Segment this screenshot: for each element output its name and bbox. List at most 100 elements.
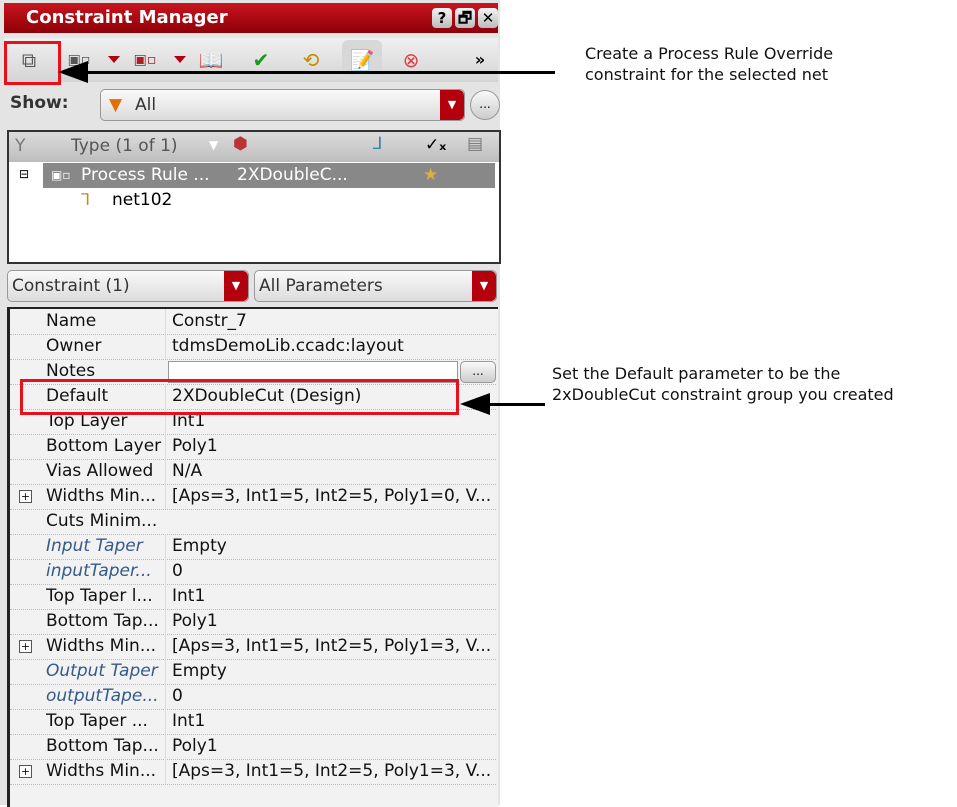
annotation-set-default: Set the Default parameter to be the 2xDo… xyxy=(552,363,894,405)
param-row[interactable]: Input Taper Empty xyxy=(10,534,496,560)
param-value[interactable]: [Aps=3, Int1=5, Int2=5, Poly1=0, V... xyxy=(165,484,496,509)
annotation-arrow xyxy=(488,403,545,406)
show-label: Show: xyxy=(10,93,69,113)
chevron-down-icon[interactable]: ▼ xyxy=(224,271,248,301)
close-button[interactable]: ✕ xyxy=(478,8,498,28)
param-row[interactable]: Bottom Tap... Poly1 xyxy=(10,734,496,760)
parameters-select-value: All Parameters xyxy=(259,276,383,296)
chevron-down-icon[interactable]: ▼ xyxy=(472,271,496,301)
param-name: Vias Allowed xyxy=(46,461,154,481)
param-name: Name xyxy=(46,311,97,331)
annotation-line: Set the Default parameter to be the xyxy=(552,364,841,383)
param-row[interactable]: + Widths Min... [Aps=3, Int1=5, Int2=5, Po… xyxy=(10,484,496,510)
param-row[interactable]: outputTape... 0 xyxy=(10,684,496,710)
param-row[interactable]: + Widths Min... [Aps=3, Int1=5, Int2=5, Po… xyxy=(10,634,496,660)
tree-row-net[interactable]: net102 xyxy=(112,190,172,210)
collapse-icon[interactable]: ⊟ xyxy=(19,167,29,181)
param-name: Bottom Tap... xyxy=(46,736,159,756)
param-name: outputTape... xyxy=(46,686,159,706)
param-value[interactable]: Int1 xyxy=(165,709,496,734)
param-value[interactable]: [Aps=3, Int1=5, Int2=5, Poly1=3, V... xyxy=(165,759,496,784)
constraint-group-alt-icon[interactable]: ▣▫ xyxy=(130,46,160,74)
help-button[interactable]: ? xyxy=(432,8,452,28)
param-name: Widths Min... xyxy=(46,636,157,656)
param-value[interactable]: Poly1 xyxy=(165,434,496,459)
param-value[interactable]: tdmsDemoLib.ccadc:layout xyxy=(165,334,496,359)
param-name: Top Taper ... xyxy=(46,711,148,731)
param-name: Output Taper xyxy=(46,661,158,681)
group-icon: ⬢ xyxy=(233,134,248,154)
param-value[interactable]: N/A xyxy=(165,459,496,484)
constraint-group-icon: ▣▫ xyxy=(51,168,71,182)
param-row[interactable]: Output Taper Empty xyxy=(10,659,496,685)
expand-icon[interactable]: + xyxy=(19,490,32,503)
param-value[interactable]: Poly1 xyxy=(165,609,496,634)
refresh-icon[interactable]: ⟲ xyxy=(296,46,326,74)
toolbar-overflow-button[interactable]: » xyxy=(470,46,490,74)
param-value[interactable]: [Aps=3, Int1=5, Int2=5, Poly1=3, V... xyxy=(165,634,496,659)
check-x-icon: ✓ₓ xyxy=(425,135,447,155)
notes-edit-button[interactable]: ... xyxy=(460,361,496,383)
param-name: Widths Min... xyxy=(46,761,157,781)
tree-row-process-rule[interactable]: ▣▫ Process Rule ... 2XDoubleC... ★ xyxy=(43,163,495,188)
annotation-line: Create a Process Rule Override xyxy=(585,44,834,63)
expand-icon[interactable]: + xyxy=(19,765,32,778)
annotation-create-override: Create a Process Rule Override constrain… xyxy=(585,43,833,85)
tree-row-type: Process Rule ... xyxy=(81,165,210,185)
param-row[interactable]: inputTaper... 0 xyxy=(10,559,496,585)
param-name: Widths Min... xyxy=(46,486,157,506)
param-row[interactable]: Top Taper ... Int1 xyxy=(10,709,496,735)
expand-icon[interactable]: + xyxy=(19,640,32,653)
param-row[interactable]: + Widths Min... [Aps=3, Int1=5, Int2=5, Po… xyxy=(10,759,496,785)
cancel-icon[interactable]: ⊗ xyxy=(396,46,426,74)
tree-header: Y Type (1 of 1) ▼ ⬢ ⅃ ✓ₓ ▤ xyxy=(9,132,499,162)
show-options-button[interactable]: ... xyxy=(470,90,500,120)
chevron-down-icon[interactable]: ▼ xyxy=(440,90,464,120)
param-row[interactable]: Top Taper l... Int1 xyxy=(10,584,496,610)
annotation-line: constraint for the selected net xyxy=(585,65,828,84)
chevron-down-icon[interactable]: ▼ xyxy=(209,138,218,152)
parameters-select[interactable]: All Parameters ▼ xyxy=(254,270,497,302)
constraint-manager-panel: Constraint Manager ? 🗗 ✕ ⧉ ▣▫ ▣▫ 📖 ✔ ⟲ 📝… xyxy=(0,0,501,807)
param-name: inputTaper... xyxy=(46,561,152,581)
param-value[interactable]: 0 xyxy=(165,559,496,584)
param-row[interactable]: Vias Allowed N/A xyxy=(10,459,496,485)
restore-button[interactable]: 🗗 xyxy=(455,8,475,28)
title-bar: Constraint Manager ? 🗗 ✕ xyxy=(4,3,498,33)
type-column-header[interactable]: Type (1 of 1) xyxy=(71,136,178,156)
annotation-arrow xyxy=(85,71,555,74)
param-value[interactable]: Int1 xyxy=(165,584,496,609)
param-name: Input Taper xyxy=(46,536,143,556)
param-name: Owner xyxy=(46,336,102,356)
window-title: Constraint Manager xyxy=(26,7,228,28)
chevron-down-icon[interactable] xyxy=(174,56,186,63)
constraint-select[interactable]: Constraint (1) ▼ xyxy=(7,270,249,302)
notepad-icon: ▤ xyxy=(467,134,484,154)
param-value[interactable]: Empty xyxy=(165,534,496,559)
highlight-box-copy xyxy=(4,41,61,85)
param-row[interactable]: Cuts Minim... xyxy=(10,509,496,535)
param-value[interactable]: 0 xyxy=(165,684,496,709)
book-icon[interactable]: 📖 xyxy=(196,46,226,74)
param-row[interactable]: Bottom Tap... Poly1 xyxy=(10,609,496,635)
param-value[interactable]: Constr_7 xyxy=(165,309,496,334)
param-value[interactable]: Empty xyxy=(165,659,496,684)
funnel-icon: ▼ xyxy=(109,95,123,115)
check-icon[interactable]: ✔ xyxy=(246,46,276,74)
show-filter-select[interactable]: ▼ All ▼ xyxy=(100,89,465,121)
arrow-head-icon xyxy=(460,393,490,415)
highlight-box-default xyxy=(20,379,459,415)
chevron-down-icon[interactable] xyxy=(108,56,120,63)
tree-row-value: 2XDoubleC... xyxy=(237,165,348,185)
edit-icon[interactable]: 📝 xyxy=(342,40,382,80)
param-row[interactable]: Bottom Layer Poly1 xyxy=(10,434,496,460)
param-row[interactable]: Name Constr_7 xyxy=(10,309,496,335)
constraint-select-value: Constraint (1) xyxy=(12,276,130,296)
param-row[interactable]: Owner tdmsDemoLib.ccadc:layout xyxy=(10,334,496,360)
param-name: Cuts Minim... xyxy=(46,511,158,531)
show-filter-value: All xyxy=(135,95,157,115)
annotation-line: 2xDoubleCut constraint group you created xyxy=(552,385,894,404)
filter-icon[interactable]: Y xyxy=(15,136,25,156)
net-icon: ⅃ xyxy=(373,134,383,154)
param-value[interactable]: Poly1 xyxy=(165,734,496,759)
